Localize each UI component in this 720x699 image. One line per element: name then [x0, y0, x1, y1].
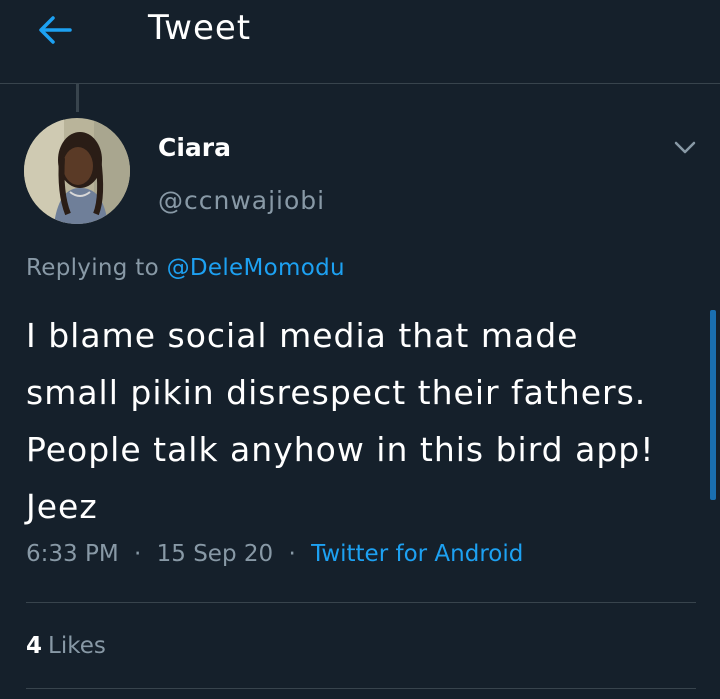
- tweet-text-line: I blame social media that made: [26, 316, 579, 355]
- tweet-text: I blame social media that made small pik…: [26, 307, 696, 535]
- tweet-meta: 6:33 PM · 15 Sep 20 · Twitter for Androi…: [26, 541, 523, 567]
- thread-connector-line: [76, 84, 79, 112]
- app-header: Tweet: [0, 0, 720, 84]
- replying-to-line: Replying to @DeleMomodu: [26, 255, 345, 281]
- tweet-detail-screen: Tweet Ciara @ccnwajiobi Replying to @Del…: [0, 0, 720, 699]
- tweet-menu-button[interactable]: [670, 135, 700, 161]
- author-handle[interactable]: @ccnwajiobi: [158, 186, 325, 215]
- tweet-text-line: small pikin disrespect their fathers.: [26, 373, 647, 412]
- page-title: Tweet: [148, 8, 252, 48]
- scrollbar[interactable]: [710, 310, 716, 500]
- tweet-source-link[interactable]: Twitter for Android: [311, 541, 523, 567]
- chevron-down-icon: [674, 141, 696, 154]
- likes-count: 4: [26, 633, 43, 659]
- tweet-text-line: Jeez: [26, 487, 98, 526]
- replying-to-mention-link[interactable]: @DeleMomodu: [167, 255, 345, 281]
- avatar-photo: [24, 118, 130, 224]
- avatar[interactable]: [24, 118, 130, 224]
- tweet-text-line: People talk anyhow in this bird app!: [26, 430, 655, 469]
- divider: [26, 602, 696, 603]
- tweet-date: 15 Sep 20: [156, 541, 274, 567]
- tweet-time: 6:33 PM: [26, 541, 119, 567]
- meta-separator: ·: [134, 541, 142, 567]
- divider: [26, 688, 696, 689]
- arrow-left-icon: [39, 16, 72, 44]
- likes-count-link[interactable]: 4 Likes: [26, 633, 106, 659]
- replying-to-label: Replying to: [26, 255, 159, 281]
- back-button[interactable]: [30, 10, 80, 50]
- meta-separator: ·: [288, 541, 296, 567]
- author-name[interactable]: Ciara: [158, 133, 231, 162]
- likes-label: Likes: [48, 633, 106, 659]
